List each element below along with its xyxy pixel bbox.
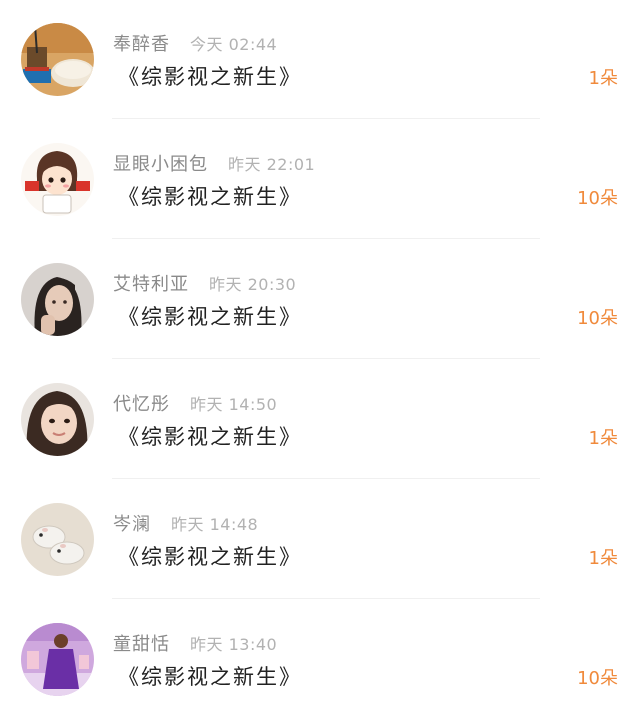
list-item[interactable]: 岑澜 昨天 14:48 《综影视之新生》 1朵 [0,480,640,599]
gift-meta: 显眼小困包 昨天 22:01 [113,150,315,176]
list-item[interactable]: 显眼小困包 昨天 22:01 《综影视之新生》 10朵 [0,120,640,239]
gift-time: 昨天 14:48 [171,515,259,534]
row-divider [112,358,540,359]
hamster-avatar[interactable] [21,503,94,576]
gift-time: 昨天 20:30 [209,275,297,294]
book-title[interactable]: 《综影视之新生》 [118,421,302,451]
gift-meta: 奉醉香 今天 02:44 [113,30,277,56]
gift-time: 昨天 22:01 [228,155,316,174]
row-divider [112,118,540,119]
gift-time: 今天 02:44 [190,35,278,54]
girl-face-avatar[interactable] [21,383,94,456]
row-divider [112,238,540,239]
gift-meta: 童甜恬 昨天 13:40 [113,630,277,656]
gift-list: 奉醉香 今天 02:44 《综影视之新生》 1朵 显眼小困包 昨天 22:01 … [0,0,640,722]
book-title[interactable]: 《综影视之新生》 [118,661,302,691]
woman-portrait-avatar[interactable] [21,263,94,336]
user-name[interactable]: 奉醉香 [113,30,170,56]
flower-count: 1朵 [588,548,618,569]
row-divider [112,478,540,479]
user-name[interactable]: 艾特利亚 [113,270,189,296]
user-name[interactable]: 代忆彤 [113,390,170,416]
gift-meta: 艾特利亚 昨天 20:30 [113,270,296,296]
book-title[interactable]: 《综影视之新生》 [118,541,302,571]
list-item[interactable]: 童甜恬 昨天 13:40 《综影视之新生》 10朵 [0,600,640,719]
book-title[interactable]: 《综影视之新生》 [118,181,302,211]
list-item[interactable]: 代忆彤 昨天 14:50 《综影视之新生》 1朵 [0,360,640,479]
gift-time: 昨天 14:50 [190,395,278,414]
flower-count: 10朵 [577,308,618,329]
user-name[interactable]: 岑澜 [113,510,151,536]
list-item[interactable]: 艾特利亚 昨天 20:30 《综影视之新生》 10朵 [0,240,640,359]
list-item[interactable]: 奉醉香 今天 02:44 《综影视之新生》 1朵 [0,0,640,119]
purple-dress-avatar[interactable] [21,623,94,696]
user-name[interactable]: 显眼小困包 [113,150,208,176]
gift-time: 昨天 13:40 [190,635,278,654]
gift-meta: 代忆彤 昨天 14:50 [113,390,277,416]
gift-meta: 岑澜 昨天 14:48 [113,510,258,536]
coffee-photo-avatar[interactable] [21,23,94,96]
book-title[interactable]: 《综影视之新生》 [118,61,302,91]
flower-count: 10朵 [577,668,618,689]
flower-count: 1朵 [588,428,618,449]
book-title[interactable]: 《综影视之新生》 [118,301,302,331]
row-divider [112,598,540,599]
user-name[interactable]: 童甜恬 [113,630,170,656]
cartoon-girl-avatar[interactable] [21,143,94,216]
flower-count: 10朵 [577,188,618,209]
flower-count: 1朵 [588,68,618,89]
